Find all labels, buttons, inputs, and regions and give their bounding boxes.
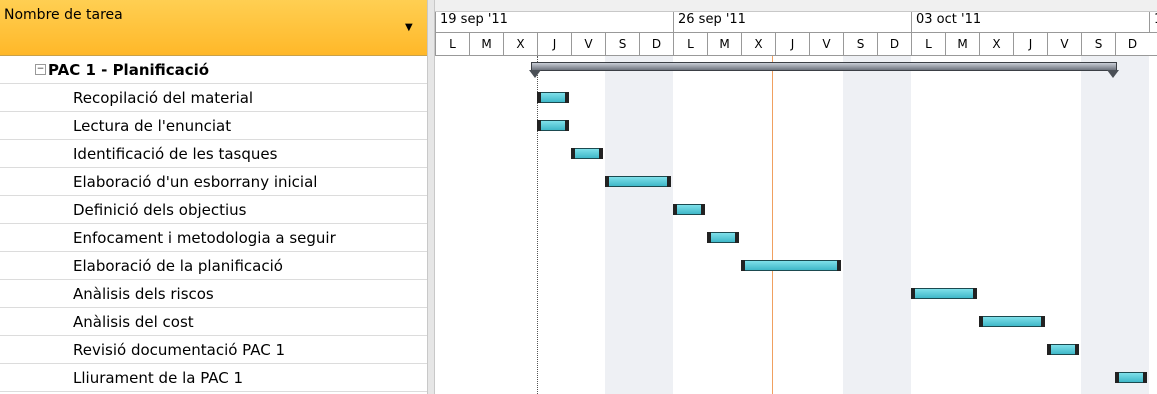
task-name: PAC 1 - Planificació — [48, 61, 210, 79]
weekend-shading — [605, 56, 673, 394]
timescale-top-bar — [435, 0, 1157, 12]
day-label: D — [1115, 33, 1149, 55]
day-label: M — [945, 33, 979, 55]
day-label: M — [469, 33, 503, 55]
task-bar[interactable] — [673, 204, 705, 215]
week-label: 19 sep '11 — [435, 12, 673, 32]
day-label: S — [605, 33, 639, 55]
day-label: L — [673, 33, 707, 55]
task-row[interactable]: Anàlisis dels riscos — [0, 280, 427, 308]
task-row[interactable]: Anàlisis del cost — [0, 308, 427, 336]
task-bar[interactable] — [537, 120, 569, 131]
task-name: Lliurament de la PAC 1 — [73, 369, 244, 387]
task-grid: Nombre de tarea ▼ − PAC 1 - Planificació R… — [0, 0, 427, 394]
pane-splitter[interactable] — [427, 0, 435, 394]
task-name-column-header[interactable]: Nombre de tarea ▼ — [0, 0, 427, 56]
day-label: M — [707, 33, 741, 55]
column-header-label: Nombre de tarea — [4, 7, 123, 23]
day-label: X — [741, 33, 775, 55]
task-name: Elaboració d'un esborrany inicial — [73, 173, 318, 191]
day-label: X — [503, 33, 537, 55]
day-label: X — [979, 33, 1013, 55]
day-label: S — [1081, 33, 1115, 55]
task-row[interactable]: Lectura de l'enunciat — [0, 112, 427, 140]
task-bar[interactable] — [605, 176, 671, 187]
task-row[interactable]: Lliurament de la PAC 1 — [0, 364, 427, 392]
task-bar[interactable] — [571, 148, 603, 159]
status-date-line — [772, 56, 773, 394]
day-label: D — [877, 33, 911, 55]
day-label: L — [911, 33, 945, 55]
task-bar[interactable] — [1115, 372, 1147, 383]
task-row[interactable]: Identificació de les tasques — [0, 140, 427, 168]
collapse-minus-icon[interactable]: − — [35, 64, 46, 75]
task-row[interactable]: Revisió documentació PAC 1 — [0, 336, 427, 364]
day-label: V — [571, 33, 605, 55]
day-label: D — [639, 33, 673, 55]
task-name: Recopilació del material — [73, 89, 254, 107]
task-name: Elaboració de la planificació — [73, 257, 283, 275]
task-bar[interactable] — [537, 92, 569, 103]
day-label: V — [1047, 33, 1081, 55]
weekend-shading — [843, 56, 911, 394]
task-row[interactable]: Recopilació del material — [0, 84, 427, 112]
task-bar[interactable] — [741, 260, 841, 271]
weekend-shading — [1081, 56, 1149, 394]
week-label: 1 — [1149, 12, 1157, 32]
summary-start-cap — [529, 70, 541, 78]
day-label: S — [843, 33, 877, 55]
project-start-line — [537, 56, 538, 394]
day-label: J — [1013, 33, 1047, 55]
task-name: Enfocament i metodologia a seguir — [73, 229, 336, 247]
week-label: 03 oct '11 — [911, 12, 1149, 32]
summary-bar[interactable] — [531, 62, 1117, 71]
summary-task-row[interactable]: − PAC 1 - Planificació — [0, 56, 427, 84]
task-row[interactable]: Elaboració d'un esborrany inicial — [0, 168, 427, 196]
task-name: Definició dels objectius — [73, 201, 247, 219]
task-name: Revisió documentació PAC 1 — [73, 341, 286, 359]
dropdown-arrow-icon[interactable]: ▼ — [405, 22, 413, 33]
gantt-chart: 19 sep '1126 sep '1103 oct '111LMXJVSDLM… — [435, 0, 1157, 394]
task-name: Lectura de l'enunciat — [73, 117, 232, 135]
task-name: Anàlisis dels riscos — [73, 285, 214, 303]
task-bar[interactable] — [1047, 344, 1079, 355]
task-row[interactable]: Definició dels objectius — [0, 196, 427, 224]
task-bar[interactable] — [911, 288, 977, 299]
summary-end-cap — [1107, 70, 1119, 78]
day-label: J — [775, 33, 809, 55]
day-label: L — [435, 33, 469, 55]
task-row[interactable]: Elaboració de la planificació — [0, 252, 427, 280]
week-label: 26 sep '11 — [673, 12, 911, 32]
task-bar[interactable] — [979, 316, 1045, 327]
day-label: V — [809, 33, 843, 55]
task-bar[interactable] — [707, 232, 739, 243]
task-name: Anàlisis del cost — [73, 313, 194, 331]
task-name: Identificació de les tasques — [73, 145, 278, 163]
day-label: J — [537, 33, 571, 55]
timescale: 19 sep '1126 sep '1103 oct '111LMXJVSDLM… — [435, 0, 1157, 56]
task-row[interactable]: Enfocament i metodologia a seguir — [0, 224, 427, 252]
